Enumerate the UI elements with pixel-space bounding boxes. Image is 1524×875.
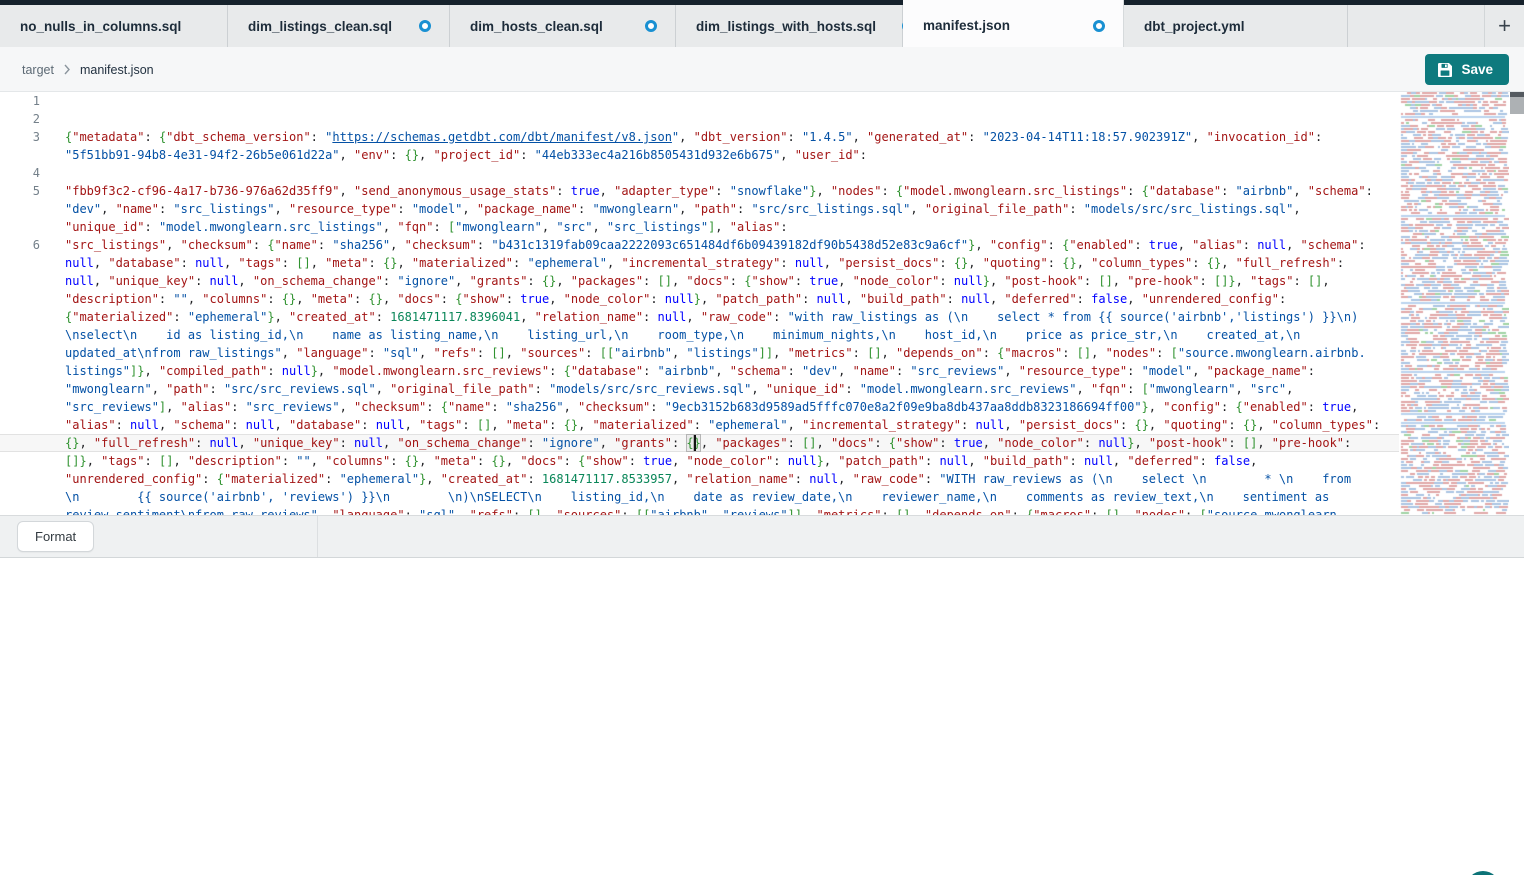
editor-scrollbar[interactable]	[1509, 92, 1524, 515]
code-row[interactable]: "dev", "name": "src_listings", "resource…	[0, 200, 1400, 218]
code-row[interactable]: updated_at\nfrom raw_listings", "languag…	[0, 344, 1400, 362]
code-row[interactable]: 6"src_listings", "checksum": {"name": "s…	[0, 236, 1400, 254]
code-row[interactable]: []}, "tags": [], "description": "", "col…	[0, 452, 1400, 470]
breadcrumb-file: manifest.json	[80, 63, 154, 77]
code-row[interactable]: 3{"metadata": {"dbt_schema_version": "ht…	[0, 128, 1400, 146]
code-row[interactable]: \n {{ source('airbnb', 'reviews') }}\n \…	[0, 488, 1400, 506]
code-row[interactable]: 4	[0, 164, 1400, 182]
code-row[interactable]: {}, "full_refresh": null, "unique_key": …	[0, 434, 1400, 452]
line-number: 2	[0, 110, 40, 128]
file-path-bar: target manifest.json Save	[0, 47, 1524, 92]
editor-footer-bar: Format	[0, 515, 1524, 557]
unsaved-changes-dot-icon[interactable]	[1093, 20, 1105, 32]
chevron-right-icon	[63, 64, 71, 75]
tab-bar-filler	[1348, 5, 1484, 47]
tab-label: dim_listings_clean.sql	[248, 19, 392, 34]
code-row[interactable]: null, "unique_key": null, "on_schema_cha…	[0, 272, 1400, 290]
code-row[interactable]: 1	[0, 92, 1400, 110]
text-caret	[694, 435, 696, 451]
unsaved-changes-dot-icon[interactable]	[419, 20, 431, 32]
tab-list: no_nulls_in_columns.sql dim_listings_clea…	[0, 0, 1348, 47]
code-row[interactable]: null, "database": null, "tags": [], "met…	[0, 254, 1400, 272]
dbt-ide-window: no_nulls_in_columns.sql dim_listings_clea…	[0, 0, 1524, 875]
tab-label: dim_listings_with_hosts.sql	[696, 19, 876, 34]
breadcrumb: target manifest.json	[22, 47, 154, 92]
new-tab-area: +	[1484, 5, 1524, 47]
tab-no_nulls_in_columns.sql[interactable]: no_nulls_in_columns.sql	[0, 5, 228, 47]
line-number: 6	[0, 236, 40, 254]
code-row[interactable]: listings"]}, "compiled_path": null}, "mo…	[0, 362, 1400, 380]
save-button[interactable]: Save	[1425, 54, 1509, 85]
floppy-disk-icon	[1438, 63, 1452, 77]
new-tab-button[interactable]: +	[1498, 15, 1511, 37]
unsaved-changes-dot-icon[interactable]	[645, 20, 657, 32]
tab-manifest.json[interactable]: manifest.json	[903, 0, 1124, 47]
line-number: 3	[0, 128, 40, 146]
tab-dim_listings_with_hosts.sql[interactable]: dim_listings_with_hosts.sql	[676, 5, 903, 47]
results-pane	[0, 557, 1524, 875]
code-row[interactable]: "mwonglearn", "path": "src/src_reviews.s…	[0, 380, 1400, 398]
tab-label: no_nulls_in_columns.sql	[20, 19, 181, 34]
line-number: 5	[0, 182, 40, 200]
code-row[interactable]: "description": "", "columns": {}, "meta"…	[0, 290, 1400, 308]
code-row[interactable]: "unrendered_config": {"materialized": "e…	[0, 470, 1400, 488]
tab-dim_hosts_clean.sql[interactable]: dim_hosts_clean.sql	[450, 5, 676, 47]
code-row[interactable]: "alias": null, "schema": null, "database…	[0, 416, 1400, 434]
format-button[interactable]: Format	[17, 521, 94, 552]
code-row[interactable]: "unique_id": "model.mwonglearn.src_listi…	[0, 218, 1400, 236]
code-row[interactable]: {"materialized": "ephemeral"}, "created_…	[0, 308, 1400, 326]
footer-divider	[317, 516, 318, 558]
breadcrumb-folder: target	[22, 63, 54, 77]
save-button-label: Save	[1461, 62, 1493, 77]
code-row[interactable]: "src_reviews"], "alias": "src_reviews", …	[0, 398, 1400, 416]
code-content[interactable]: 123{"metadata": {"dbt_schema_version": "…	[0, 92, 1400, 515]
tab-label: dim_hosts_clean.sql	[470, 19, 603, 34]
tab-label: dbt_project.yml	[1144, 19, 1245, 34]
tab-dbt_project.yml[interactable]: dbt_project.yml	[1124, 5, 1348, 47]
minimap[interactable]	[1399, 92, 1509, 515]
code-row[interactable]: review_sentiment\nfrom raw_reviews", "la…	[0, 506, 1400, 515]
scrollbar-thumb[interactable]	[1510, 97, 1524, 114]
tab-dim_listings_clean.sql[interactable]: dim_listings_clean.sql	[228, 5, 450, 47]
code-row[interactable]: \nselect\n id as listing_id,\n name as l…	[0, 326, 1400, 344]
code-row[interactable]: 2	[0, 110, 1400, 128]
code-editor[interactable]: 123{"metadata": {"dbt_schema_version": "…	[0, 92, 1524, 515]
code-row[interactable]: 5"fbb9f3c2-cf96-4a17-b736-976a62d35ff9",…	[0, 182, 1400, 200]
code-row[interactable]: "5f51bb91-94b8-4e31-94f2-26b5e061d22a", …	[0, 146, 1400, 164]
tab-label: manifest.json	[923, 18, 1010, 33]
line-number: 1	[0, 92, 40, 110]
editor-tab-bar: no_nulls_in_columns.sql dim_listings_clea…	[0, 0, 1524, 47]
line-number: 4	[0, 164, 40, 182]
